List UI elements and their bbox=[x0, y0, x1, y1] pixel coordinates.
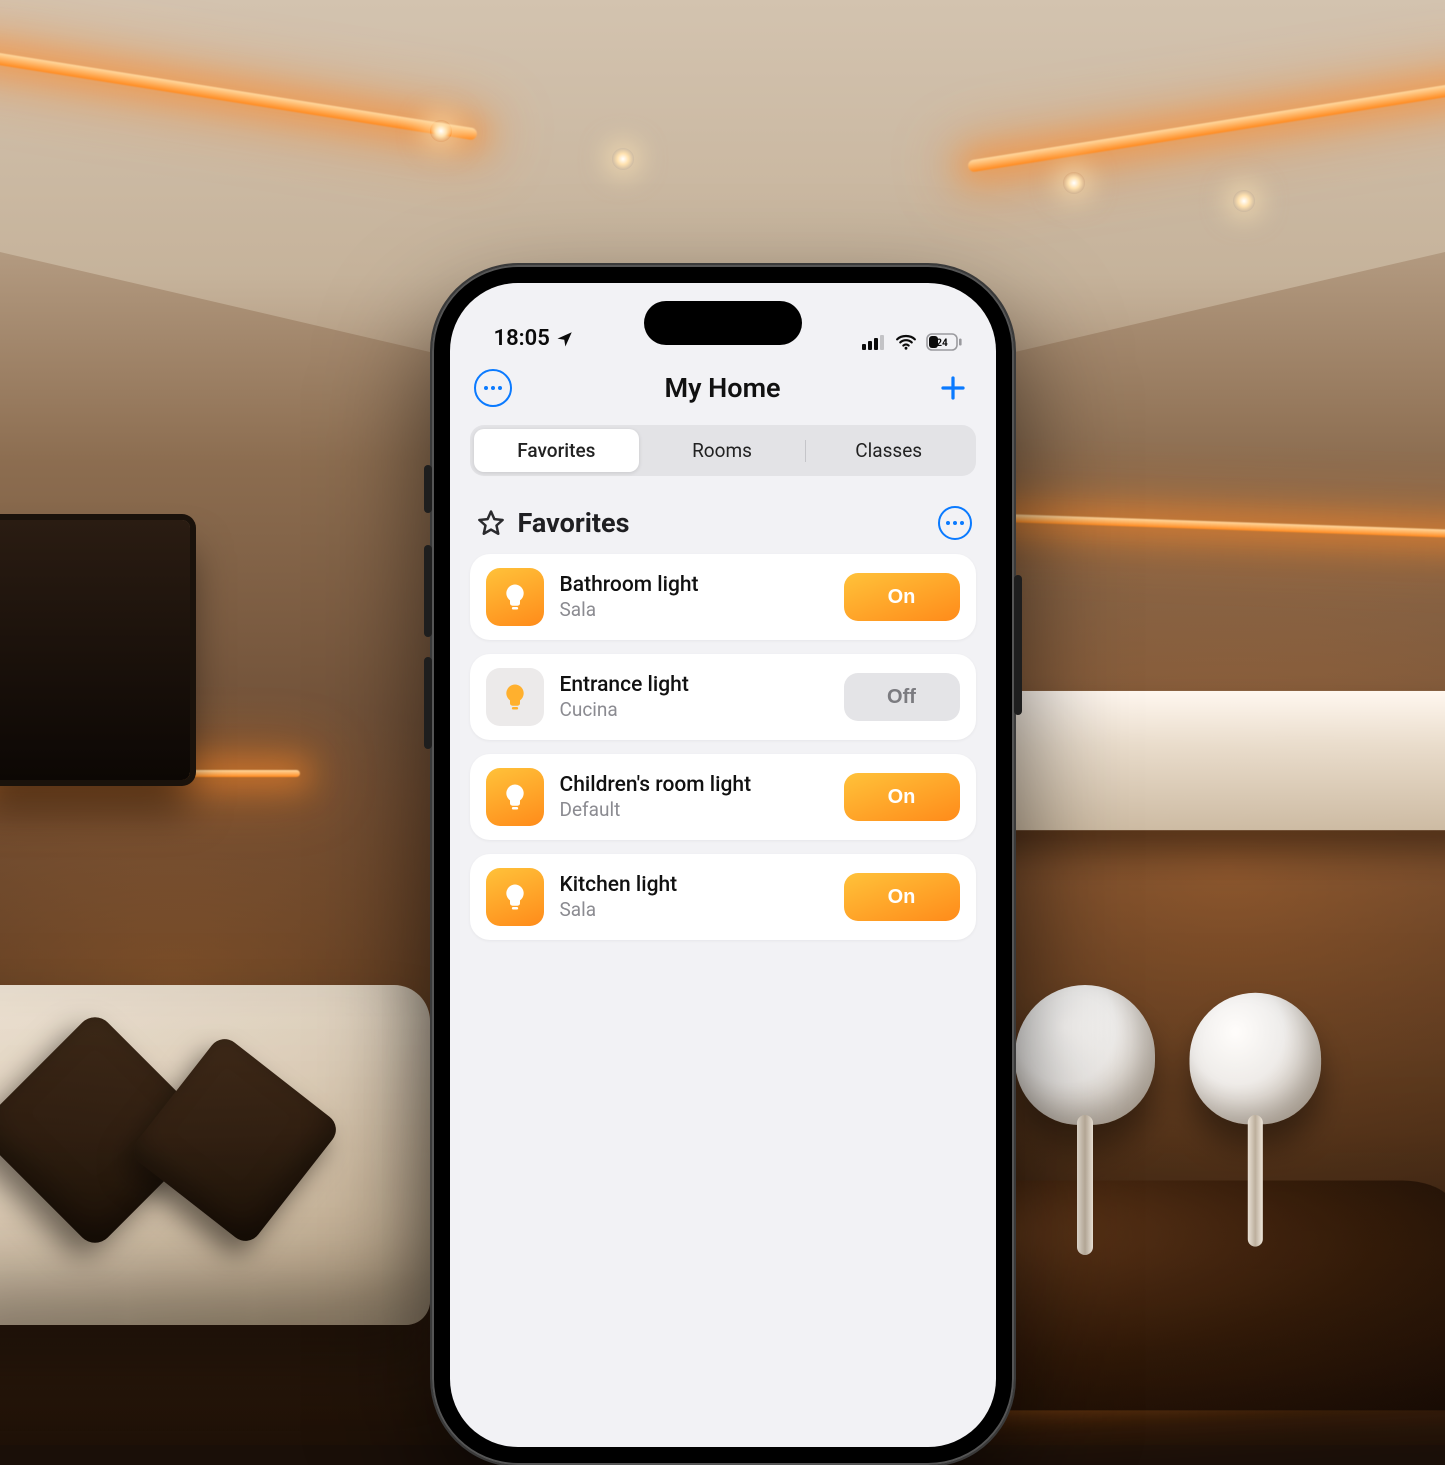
section-title: Favorites bbox=[518, 507, 630, 539]
device-toggle-button[interactable]: On bbox=[844, 573, 960, 621]
lightbulb-icon bbox=[486, 668, 544, 726]
star-icon bbox=[476, 508, 506, 538]
device-room: Sala bbox=[560, 598, 828, 622]
phone-screen: 18:05 bbox=[450, 283, 996, 1447]
tab-favorites[interactable]: Favorites bbox=[474, 429, 640, 472]
device-toggle-button[interactable]: On bbox=[844, 873, 960, 921]
device-card[interactable]: Kitchen light Sala On bbox=[470, 854, 976, 940]
plus-icon bbox=[938, 373, 968, 403]
device-name: Children's room light bbox=[560, 772, 828, 798]
battery-text: 24 bbox=[936, 338, 948, 349]
device-card[interactable]: Bathroom light Sala On bbox=[470, 554, 976, 640]
device-room: Sala bbox=[560, 898, 828, 922]
device-toggle-button[interactable]: On bbox=[844, 773, 960, 821]
add-button[interactable] bbox=[934, 369, 972, 407]
lightbulb-icon bbox=[486, 868, 544, 926]
page-title: My Home bbox=[664, 372, 780, 404]
device-card[interactable]: Children's room light Default On bbox=[470, 754, 976, 840]
menu-more-button[interactable] bbox=[474, 369, 512, 407]
cellular-icon bbox=[862, 334, 886, 350]
phone-frame: 18:05 bbox=[432, 265, 1014, 1465]
battery-icon: 24 bbox=[926, 333, 962, 351]
device-name: Kitchen light bbox=[560, 872, 828, 898]
device-room: Default bbox=[560, 798, 828, 822]
view-tabs: Favorites Rooms Classes bbox=[470, 425, 976, 476]
wifi-icon bbox=[895, 334, 917, 350]
device-toggle-button[interactable]: Off bbox=[844, 673, 960, 721]
section-more-button[interactable] bbox=[938, 506, 972, 540]
device-name: Entrance light bbox=[560, 672, 828, 698]
lightbulb-icon bbox=[486, 768, 544, 826]
device-name: Bathroom light bbox=[560, 572, 828, 598]
lightbulb-icon bbox=[486, 568, 544, 626]
more-icon bbox=[946, 521, 964, 525]
more-icon bbox=[484, 386, 502, 390]
location-icon bbox=[556, 330, 574, 348]
status-time: 18:05 bbox=[494, 326, 550, 351]
dynamic-island bbox=[644, 301, 802, 345]
device-room: Cucina bbox=[560, 698, 828, 722]
device-card[interactable]: Entrance light Cucina Off bbox=[470, 654, 976, 740]
tab-rooms[interactable]: Rooms bbox=[639, 429, 805, 472]
tab-classes[interactable]: Classes bbox=[806, 429, 972, 472]
section-header: Favorites bbox=[450, 476, 996, 554]
nav-header: My Home bbox=[450, 355, 996, 417]
device-list: Bathroom light Sala On Entrance light Cu… bbox=[450, 554, 996, 940]
